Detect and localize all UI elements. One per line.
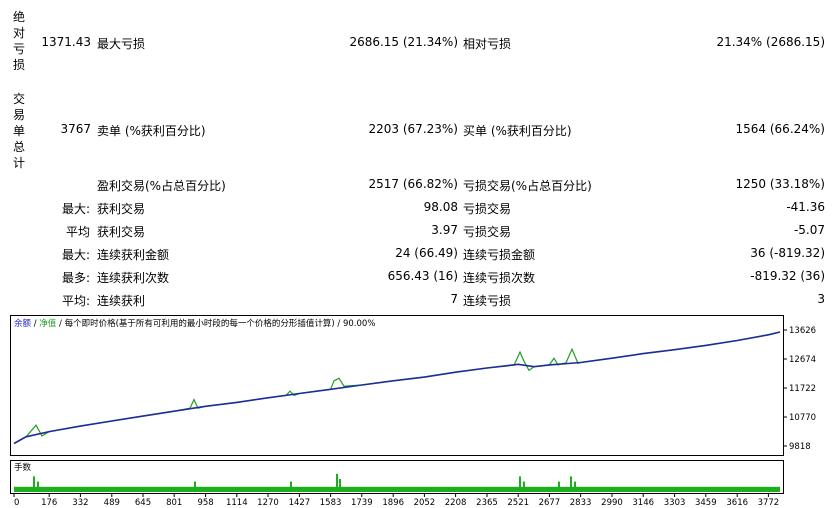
y-tick-label: 13626 xyxy=(789,326,816,336)
row-value-2: 36 (-819.32) xyxy=(750,246,825,260)
x-tick-label: 1896 xyxy=(382,498,404,508)
x-tick-label: 2365 xyxy=(476,498,498,508)
volume-spike-bar xyxy=(574,481,576,492)
x-axis-ticks: 0 176 332 489 645 801 958 1114 1270 1427 1583 1739 1… xyxy=(13,494,780,508)
row-value-1: 24 (66.49) xyxy=(395,246,458,260)
x-tick-label: 1114 xyxy=(226,498,248,508)
total-trades-value: 3767 xyxy=(60,122,91,136)
volume-spike-bar xyxy=(194,481,196,492)
chart-header-balance: 余额 xyxy=(14,318,32,329)
x-tick-label: 3616 xyxy=(726,498,748,508)
x-tick-label: 2052 xyxy=(414,498,436,508)
chart-header-equity: 净值 xyxy=(39,318,57,329)
x-tick-label: 645 xyxy=(135,498,151,508)
absolute-drawdown-group-text: 绝对亏损 xyxy=(12,10,25,72)
x-tick-label: 3772 xyxy=(758,498,780,508)
main-chart-frame xyxy=(10,315,784,456)
chart-header: 余额 / 净值 / 每个即时价格(基于所有可利用的最小时段的每一个价格的分形插值… xyxy=(14,318,375,329)
x-tick-label: 2677 xyxy=(539,498,561,508)
volume-spike-bar xyxy=(523,481,525,492)
volume-spike-bar xyxy=(570,476,572,492)
long-trades-value: 1564 (66.24%) xyxy=(735,122,825,136)
x-tick-label: 489 xyxy=(104,498,120,508)
max-drawdown-value: 2686.15 (21.34%) xyxy=(349,35,458,49)
row-label-2: 亏损交易 xyxy=(463,225,512,239)
y-tick-label: 10770 xyxy=(789,413,816,423)
x-tick-label: 1427 xyxy=(289,498,311,508)
absolute-drawdown-group-label: 绝对亏损 xyxy=(12,9,26,73)
loss-trades-value: 1250 (33.18%) xyxy=(735,177,825,191)
x-tick-label: 176 xyxy=(41,498,57,508)
volume-spike-bar xyxy=(33,476,35,492)
loss-trades-label: 亏损交易(%占总百分比) xyxy=(463,179,592,193)
row-value-2: -41.36 xyxy=(786,200,825,214)
short-trades-label: 卖单 (%获利百分比) xyxy=(97,124,206,138)
row-prefix: 最大: xyxy=(61,248,90,262)
y-axis-ticks: 9818 10770 11722 12674 13626 xyxy=(783,326,816,452)
x-tick-label: 0 xyxy=(14,498,19,508)
relative-drawdown-label: 相对亏损 xyxy=(463,37,512,51)
row-label-2: 连续亏损金额 xyxy=(463,248,536,262)
total-trades-group-label: 交易单总计 xyxy=(12,91,26,171)
row-label-1: 连续获利次数 xyxy=(97,271,170,285)
x-tick-label: 332 xyxy=(72,498,88,508)
row-label-1: 获利交易 xyxy=(97,202,146,216)
max-drawdown-label: 最大亏损 xyxy=(97,37,146,51)
long-trades-label: 买单 (%获利百分比) xyxy=(463,124,572,138)
row-label-1: 获利交易 xyxy=(97,225,146,239)
profit-trades-value: 2517 (66.82%) xyxy=(368,177,458,191)
row-label-1: 连续获利 xyxy=(97,294,146,308)
x-tick-label: 1270 xyxy=(257,498,279,508)
volume-spike-bar xyxy=(336,473,338,492)
x-tick-label: 2833 xyxy=(570,498,592,508)
volume-spike-bar xyxy=(558,481,560,492)
row-label-2: 连续亏损 xyxy=(463,294,512,308)
row-value-1: 3.97 xyxy=(431,223,458,237)
x-tick-label: 958 xyxy=(197,498,213,508)
volume-base-bar xyxy=(14,486,780,492)
relative-drawdown-value: 21.34% (2686.15) xyxy=(716,35,825,49)
row-prefix: 最多: xyxy=(61,271,90,285)
x-tick-label: 3303 xyxy=(664,498,686,508)
y-tick-label: 12674 xyxy=(789,355,816,365)
row-value-1: 98.08 xyxy=(423,200,458,214)
x-tick-label: 2990 xyxy=(601,498,623,508)
row-value-1: 656.43 (16) xyxy=(387,269,458,283)
profit-trades-label: 盈利交易(%占总百分比) xyxy=(97,179,226,193)
row-prefix: 最大: xyxy=(61,202,90,216)
row-value-2: -5.07 xyxy=(793,223,825,237)
chart-header-description: / 每个即时价格(基于所有可利用的最小时段的每一个价格的分形插值计算) / 90… xyxy=(56,318,375,329)
row-label-2: 连续亏损次数 xyxy=(463,271,536,285)
volume-panel-label: 手数 xyxy=(14,462,32,473)
row-value-2: -819.32 (36) xyxy=(750,269,825,283)
volume-spike-bar xyxy=(290,481,292,492)
x-tick-label: 1583 xyxy=(320,498,342,508)
chart-header-separator: / xyxy=(31,319,39,329)
x-tick-label: 801 xyxy=(166,498,182,508)
volume-spike-bar xyxy=(339,479,341,492)
y-tick-label: 11722 xyxy=(789,384,816,394)
total-trades-group-text: 交易单总计 xyxy=(12,92,25,170)
row-label-1: 连续获利金额 xyxy=(97,248,170,262)
x-tick-label: 3146 xyxy=(632,498,654,508)
x-tick-label: 2208 xyxy=(445,498,467,508)
volume-spike-bar xyxy=(37,481,39,492)
row-value-2: 3 xyxy=(817,292,825,306)
row-label-2: 亏损交易 xyxy=(463,202,512,216)
row-prefix: 平均 xyxy=(65,225,90,239)
y-tick-label: 9818 xyxy=(789,442,811,452)
volume-spike-bar xyxy=(519,476,521,492)
row-prefix: 平均: xyxy=(61,294,90,308)
absolute-drawdown-value: 1371.43 xyxy=(41,35,91,49)
x-tick-label: 3459 xyxy=(695,498,717,508)
x-tick-label: 2521 xyxy=(507,498,529,508)
row-value-1: 7 xyxy=(450,292,458,306)
equity-balance-chart: 余额 / 净值 / 每个即时价格(基于所有可利用的最小时段的每一个价格的分形插值… xyxy=(10,315,816,508)
short-trades-value: 2203 (67.23%) xyxy=(368,122,458,136)
x-tick-label: 1739 xyxy=(351,498,373,508)
